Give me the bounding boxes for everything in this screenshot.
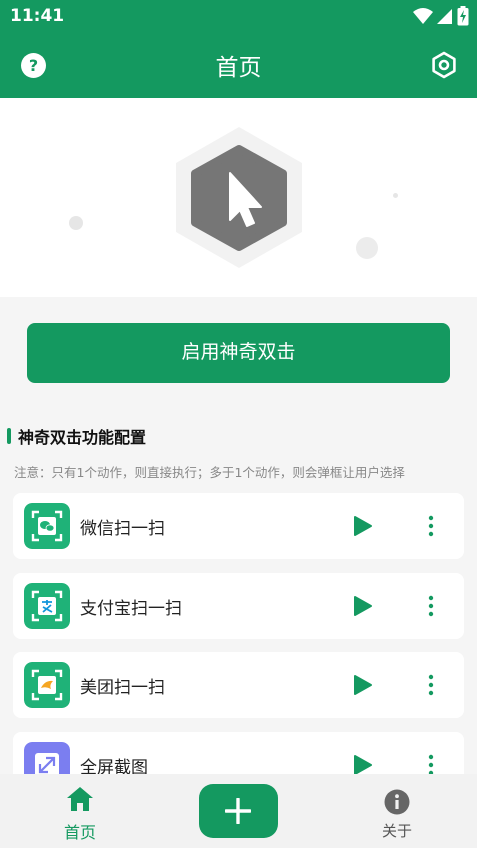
home-icon (67, 787, 93, 811)
battery-icon (457, 6, 469, 26)
list-item[interactable]: 支付宝扫一扫 (13, 573, 464, 639)
section-header: 神奇双击功能配置 (7, 424, 146, 448)
page-title: 首页 (215, 55, 262, 81)
more-vert-icon[interactable] (420, 673, 442, 697)
add-action-button[interactable] (199, 784, 278, 838)
status-icons (413, 6, 469, 26)
list-item[interactable]: 美团扫一扫 (13, 652, 464, 718)
action-label: 美团扫一扫 (80, 678, 165, 698)
section-title: 神奇双击功能配置 (18, 428, 147, 447)
app-logo-icon (176, 127, 302, 268)
signal-icon (437, 9, 452, 24)
play-icon[interactable] (352, 594, 374, 618)
action-label: 全屏截图 (80, 758, 148, 774)
status-time: 11:41 (10, 6, 65, 26)
action-label: 支付宝扫一扫 (80, 599, 182, 619)
action-label: 微信扫一扫 (80, 519, 165, 539)
wifi-icon (413, 8, 433, 24)
meituan-scan-icon (24, 662, 70, 708)
info-icon (384, 789, 410, 815)
list-item[interactable]: 全屏截图 (13, 732, 464, 774)
hero-banner (0, 98, 477, 297)
fullscreen-screenshot-icon (24, 742, 70, 774)
decor-dot (69, 216, 83, 230)
more-vert-icon[interactable] (420, 514, 442, 538)
plus-icon (225, 798, 251, 824)
play-icon[interactable] (352, 673, 374, 697)
nav-tab-home-label: 首页 (63, 823, 96, 842)
bottom-navigation: 首页 关于 (0, 774, 477, 848)
list-item[interactable]: 微信扫一扫 (13, 493, 464, 559)
section-accent-bar (7, 428, 11, 444)
nav-tab-home[interactable]: 首页 (55, 774, 105, 848)
play-icon[interactable] (352, 753, 374, 774)
decor-dot (356, 237, 378, 259)
play-icon[interactable] (352, 514, 374, 538)
decor-dot (393, 193, 398, 198)
wechat-scan-icon (24, 503, 70, 549)
nav-tab-about[interactable]: 关于 (372, 774, 422, 848)
more-vert-icon[interactable] (420, 594, 442, 618)
top-app-bar: 11:41 ? 首页 (0, 0, 477, 98)
nav-tab-about-label: 关于 (381, 822, 412, 840)
settings-icon[interactable] (430, 51, 458, 79)
alipay-scan-icon (24, 583, 70, 629)
enable-magic-double-tap-button[interactable]: 启用神奇双击 (27, 323, 450, 383)
action-list: 微信扫一扫 支付宝扫一扫 美团扫一扫 全屏截图 (0, 493, 477, 774)
status-bar: 11:41 (0, 0, 477, 32)
more-vert-icon[interactable] (420, 753, 442, 774)
section-note: 注意：只有1个动作，则直接执行；多于1个动作，则会弹框让用户选择 (14, 465, 405, 480)
